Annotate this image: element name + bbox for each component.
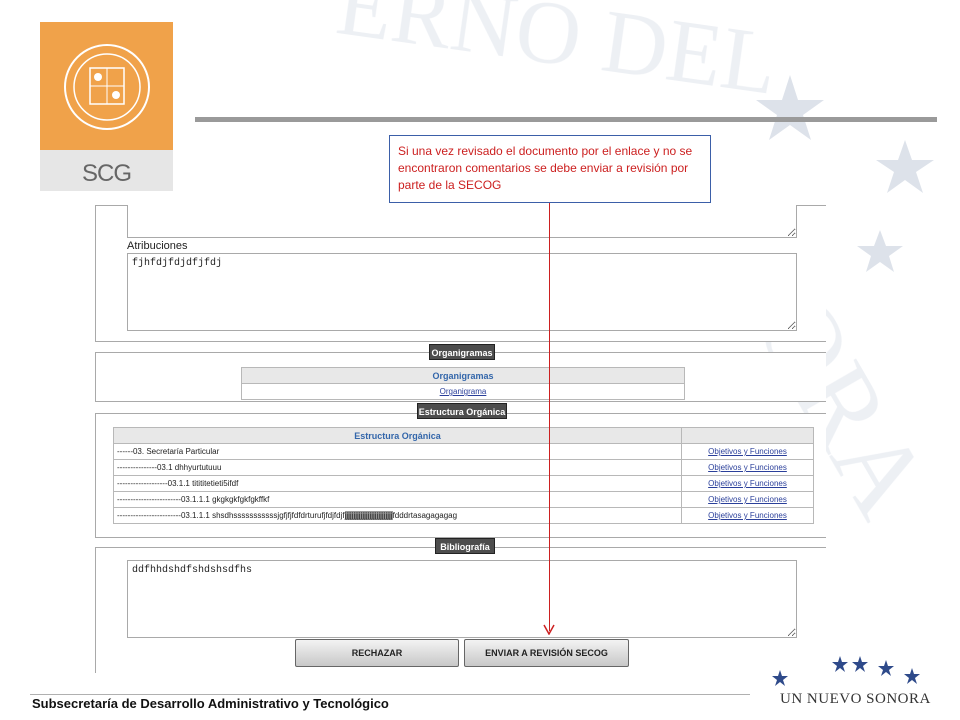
send-to-secog-button[interactable]: ENVIAR A REVISIÓN SECOG [464,639,629,667]
unit-name: ---------------03.1 dhhyurtutuuu [113,459,682,476]
link-cell: Objetivos y Funciones [681,443,814,460]
footer-divider [30,694,750,695]
instruction-callout: Si una vez revisado el documento por el … [389,135,711,203]
footer-text: Subsecretaría de Desarrollo Administrati… [32,696,389,711]
organigramas-table: Organigramas Organigrama [241,367,685,400]
estructura-section-header: Estructura Orgánica [417,403,507,419]
logo-text: SCG [81,160,132,187]
scg-logo: SCG [40,22,173,191]
objetivos-funciones-link[interactable]: Objetivos y Funciones [708,479,787,488]
table-row: -------------------03.1.1 titititetieti5… [113,475,814,492]
objetivos-funciones-link[interactable]: Objetivos y Funciones [708,447,787,456]
callout-arrow-line [549,203,550,631]
unit-name-highlight: jjjjjjjjjjjjjjjjjjjjjjjjjjj [344,511,393,520]
previous-textarea[interactable] [127,205,797,238]
table-row: ------------------------03.1.1.1 gkgkgkf… [113,491,814,508]
form-area: Atribuciones fjhfdjfdjdfjfdj Organigrama… [95,205,826,673]
table-row: ------03. Secretaría Particular Objetivo… [113,443,814,460]
arrow-head-icon [543,624,555,635]
header-divider [195,117,937,122]
unit-name: ------03. Secretaría Particular [113,443,682,460]
estructura-table-header-empty [681,427,814,444]
unit-name: ------------------------03.1.1.1 gkgkgkf… [113,491,682,508]
objetivos-funciones-link[interactable]: Objetivos y Funciones [708,495,787,504]
svg-text:ERNO DEL: ERNO DEL [331,0,783,114]
reject-button[interactable]: RECHAZAR [295,639,459,667]
link-cell: Objetivos y Funciones [681,491,814,508]
brand-text: UN NUEVO SONORA [780,691,931,707]
link-cell: Objetivos y Funciones [681,507,814,524]
unit-name: ------------------------03.1.1.1 shsdhss… [113,507,682,524]
stars-decoration-icon [772,656,920,686]
table-row: ------------------------03.1.1.1 shsdhss… [113,507,814,524]
estructura-table-header: Estructura Orgánica [113,427,682,444]
bibliografia-section-header: Bibliografía [435,538,495,554]
unit-name-end: fdddrtasagagagag [392,511,458,520]
link-cell: Objetivos y Funciones [681,459,814,476]
table-row: ---------------03.1 dhhyurtutuuu Objetiv… [113,459,814,476]
unit-name: -------------------03.1.1 titititetieti5… [113,475,682,492]
link-cell: Objetivos y Funciones [681,475,814,492]
unit-name-start: ------------------------03.1.1.1 shsdhss… [117,511,345,520]
state-seal-icon [64,44,150,130]
objetivos-funciones-link[interactable]: Objetivos y Funciones [708,511,787,520]
atribuciones-label: Atribuciones [127,240,188,252]
organigramas-table-cell: Organigrama [241,383,685,400]
organigramas-table-header: Organigramas [241,367,685,384]
atribuciones-textarea[interactable]: fjhfdjfdjdfjfdj [127,253,797,331]
estructura-table: Estructura Orgánica ------03. Secretaría… [113,427,814,524]
organigramas-section-header: Organigramas [429,344,495,360]
bibliografia-textarea[interactable]: ddfhhdshdfshdshsdfhs [127,560,797,638]
organigrama-link[interactable]: Organigrama [440,387,487,396]
objetivos-funciones-link[interactable]: Objetivos y Funciones [708,463,787,472]
